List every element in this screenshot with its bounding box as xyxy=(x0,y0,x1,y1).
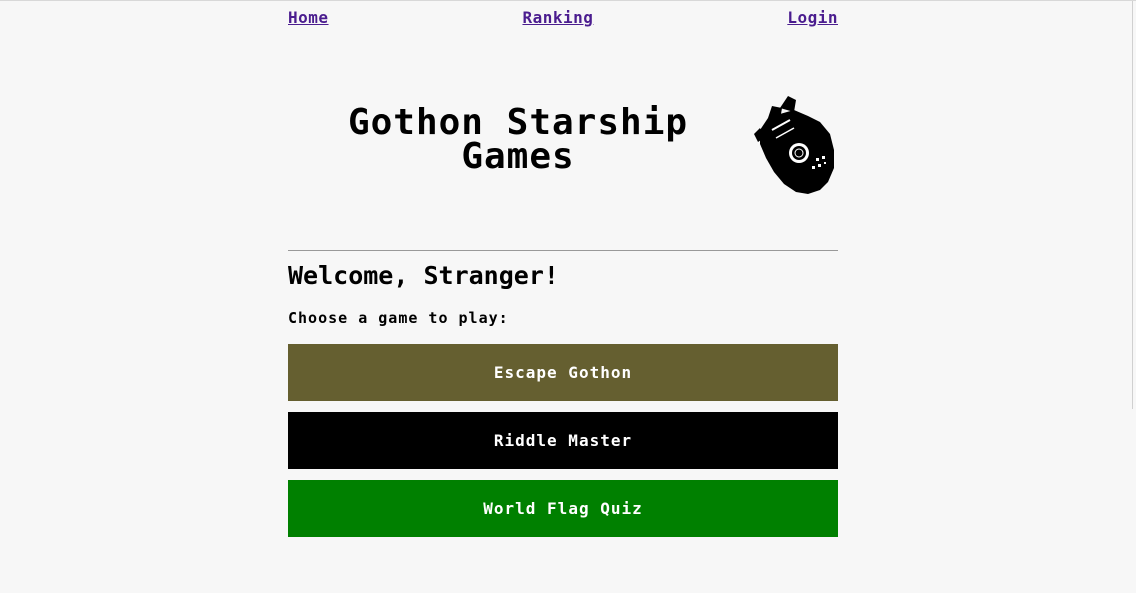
page-container: Home Ranking Login Gothon Starship Games xyxy=(288,1,838,548)
header-divider xyxy=(288,250,838,251)
starship-icon xyxy=(754,96,834,194)
nav-ranking-link[interactable]: Ranking xyxy=(522,8,593,27)
game-list: Escape Gothon Riddle Master World Flag Q… xyxy=(288,344,838,537)
riddle-master-button[interactable]: Riddle Master xyxy=(288,412,838,469)
page-title: Gothon Starship Games xyxy=(347,102,689,177)
game-prompt: Choose a game to play: xyxy=(288,309,509,327)
header: Gothon Starship Games xyxy=(288,44,838,250)
nav-home-link[interactable]: Home xyxy=(288,8,329,27)
top-nav: Home Ranking Login xyxy=(288,1,838,44)
nav-login-link[interactable]: Login xyxy=(787,8,838,27)
escape-gothon-button[interactable]: Escape Gothon xyxy=(288,344,838,401)
window-edge xyxy=(1132,1,1133,409)
welcome-heading: Welcome, Stranger! xyxy=(288,261,559,290)
world-flag-quiz-button[interactable]: World Flag Quiz xyxy=(288,480,838,537)
